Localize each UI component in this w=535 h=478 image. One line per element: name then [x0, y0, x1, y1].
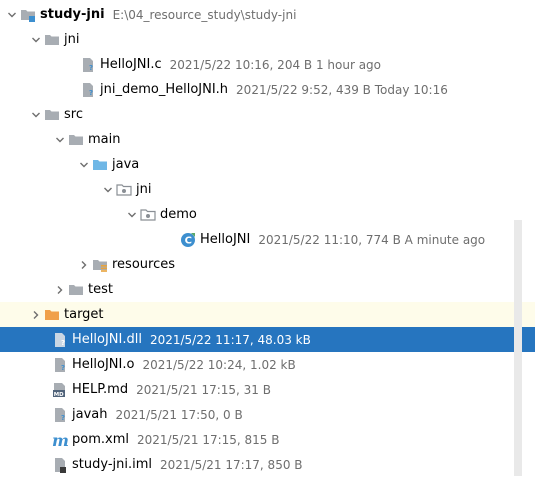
- file-meta: 2021/5/22 10:16, 204 B 1 hour ago: [169, 57, 382, 72]
- svg-text:?: ?: [61, 414, 65, 422]
- svg-text:?: ?: [61, 339, 65, 347]
- folder-name: src: [64, 107, 83, 122]
- module-folder-icon: [20, 7, 36, 23]
- project-name: study-jni: [40, 7, 105, 22]
- folder-name: java: [112, 157, 140, 172]
- chevron-down-icon[interactable]: [52, 132, 68, 148]
- file-name: jni_demo_HelloJNI.h: [100, 82, 229, 97]
- svg-text:?: ?: [89, 89, 93, 97]
- folder-name: resources: [112, 257, 176, 272]
- vertical-scrollbar[interactable]: [514, 220, 522, 476]
- tree-row-pom-xml[interactable]: m pom.xml 2021/5/21 17:15, 815 B: [0, 427, 535, 452]
- folder-icon: [68, 132, 84, 148]
- folder-name: target: [64, 307, 104, 322]
- package-name: jni: [136, 182, 152, 197]
- tree-row-hellojni-o[interactable]: ? HelloJNI.o 2021/5/22 10:24, 1.02 kB: [0, 352, 535, 377]
- tree-row-resources[interactable]: resources: [0, 252, 535, 277]
- tree-row-test[interactable]: test: [0, 277, 535, 302]
- chevron-down-icon[interactable]: [100, 182, 116, 198]
- file-name: HELP.md: [72, 382, 129, 397]
- iml-module-icon: [52, 457, 68, 473]
- unknown-file-icon: ?: [52, 357, 68, 373]
- file-name: javah: [72, 407, 108, 422]
- file-name: pom.xml: [72, 432, 129, 447]
- resources-root-folder-icon: [92, 257, 108, 273]
- folder-icon: [44, 32, 60, 48]
- chevron-right-icon[interactable]: [76, 257, 92, 273]
- file-meta: 2021/5/21 17:17, 850 B: [160, 457, 303, 472]
- folder-name: test: [88, 282, 113, 297]
- project-tree[interactable]: study-jni E:\04_resource_study\study-jni…: [0, 0, 535, 478]
- jni-folder-name: jni: [64, 32, 80, 47]
- chevron-right-icon[interactable]: [28, 307, 44, 323]
- tree-row-project[interactable]: study-jni E:\04_resource_study\study-jni: [0, 2, 535, 27]
- svg-text:MD: MD: [54, 391, 64, 397]
- tree-row-package-demo[interactable]: demo: [0, 202, 535, 227]
- file-name: HelloJNI.c: [100, 57, 162, 72]
- chevron-down-icon[interactable]: [28, 32, 44, 48]
- chevron-down-icon[interactable]: [28, 107, 44, 123]
- svg-text:m: m: [52, 432, 68, 448]
- tree-row-jni-demo-h[interactable]: ? jni_demo_HelloJNI.h 2021/5/22 9:52, 43…: [0, 77, 535, 102]
- unknown-file-icon: ?: [52, 332, 68, 348]
- chevron-down-icon[interactable]: [4, 7, 20, 23]
- tree-row-main[interactable]: main: [0, 127, 535, 152]
- svg-text:C: C: [185, 235, 192, 246]
- tree-row-hellojni-class[interactable]: C HelloJNI 2021/5/22 11:10, 774 B A minu…: [0, 227, 535, 252]
- chevron-down-icon[interactable]: [76, 157, 92, 173]
- folder-icon: [44, 107, 60, 123]
- tree-row-src[interactable]: src: [0, 102, 535, 127]
- class-name: HelloJNI: [200, 232, 251, 247]
- file-name: HelloJNI.dll: [72, 332, 142, 347]
- package-name: demo: [160, 207, 197, 222]
- tree-row-java[interactable]: java: [0, 152, 535, 177]
- file-meta: 2021/5/21 17:50, 0 B: [115, 407, 243, 422]
- tree-row-javah[interactable]: ? javah 2021/5/21 17:50, 0 B: [0, 402, 535, 427]
- file-meta: 2021/5/22 10:24, 1.02 kB: [142, 357, 296, 372]
- folder-name: main: [88, 132, 121, 147]
- file-name: study-jni.iml: [72, 457, 152, 472]
- source-root-folder-icon: [92, 157, 108, 173]
- chevron-right-icon[interactable]: [52, 282, 68, 298]
- excluded-folder-icon: [44, 307, 60, 323]
- project-path: E:\04_resource_study\study-jni: [112, 7, 297, 22]
- tree-row-help-md[interactable]: MD HELP.md 2021/5/21 17:15, 31 B: [0, 377, 535, 402]
- file-meta: 2021/5/21 17:15, 31 B: [136, 382, 271, 397]
- svg-text:?: ?: [89, 64, 93, 72]
- unknown-file-icon: ?: [80, 82, 96, 98]
- markdown-icon: MD: [52, 382, 68, 398]
- unknown-file-icon: ?: [80, 57, 96, 73]
- file-meta: 2021/5/22 11:17, 48.03 kB: [149, 332, 311, 347]
- java-class-icon: C: [180, 232, 196, 248]
- unknown-file-icon: ?: [52, 407, 68, 423]
- file-meta: 2021/5/21 17:15, 815 B: [136, 432, 280, 447]
- file-name: HelloJNI.o: [72, 357, 135, 372]
- tree-row-package-jni[interactable]: jni: [0, 177, 535, 202]
- tree-row-hellojni-dll[interactable]: ? HelloJNI.dll 2021/5/22 11:17, 48.03 kB: [0, 327, 535, 352]
- folder-icon: [68, 282, 84, 298]
- file-meta: 2021/5/22 9:52, 439 B Today 10:16: [236, 82, 448, 97]
- package-icon: [116, 182, 132, 198]
- tree-row-hellojni-c[interactable]: ? HelloJNI.c 2021/5/22 10:16, 204 B 1 ho…: [0, 52, 535, 77]
- svg-text:?: ?: [61, 364, 65, 372]
- maven-icon: m: [52, 432, 68, 448]
- tree-row-iml[interactable]: study-jni.iml 2021/5/21 17:17, 850 B: [0, 452, 535, 477]
- tree-row-jni-folder[interactable]: jni: [0, 27, 535, 52]
- package-icon: [140, 207, 156, 223]
- chevron-down-icon[interactable]: [124, 207, 140, 223]
- tree-row-target[interactable]: target: [0, 302, 535, 327]
- file-meta: 2021/5/22 11:10, 774 B A minute ago: [258, 232, 486, 247]
